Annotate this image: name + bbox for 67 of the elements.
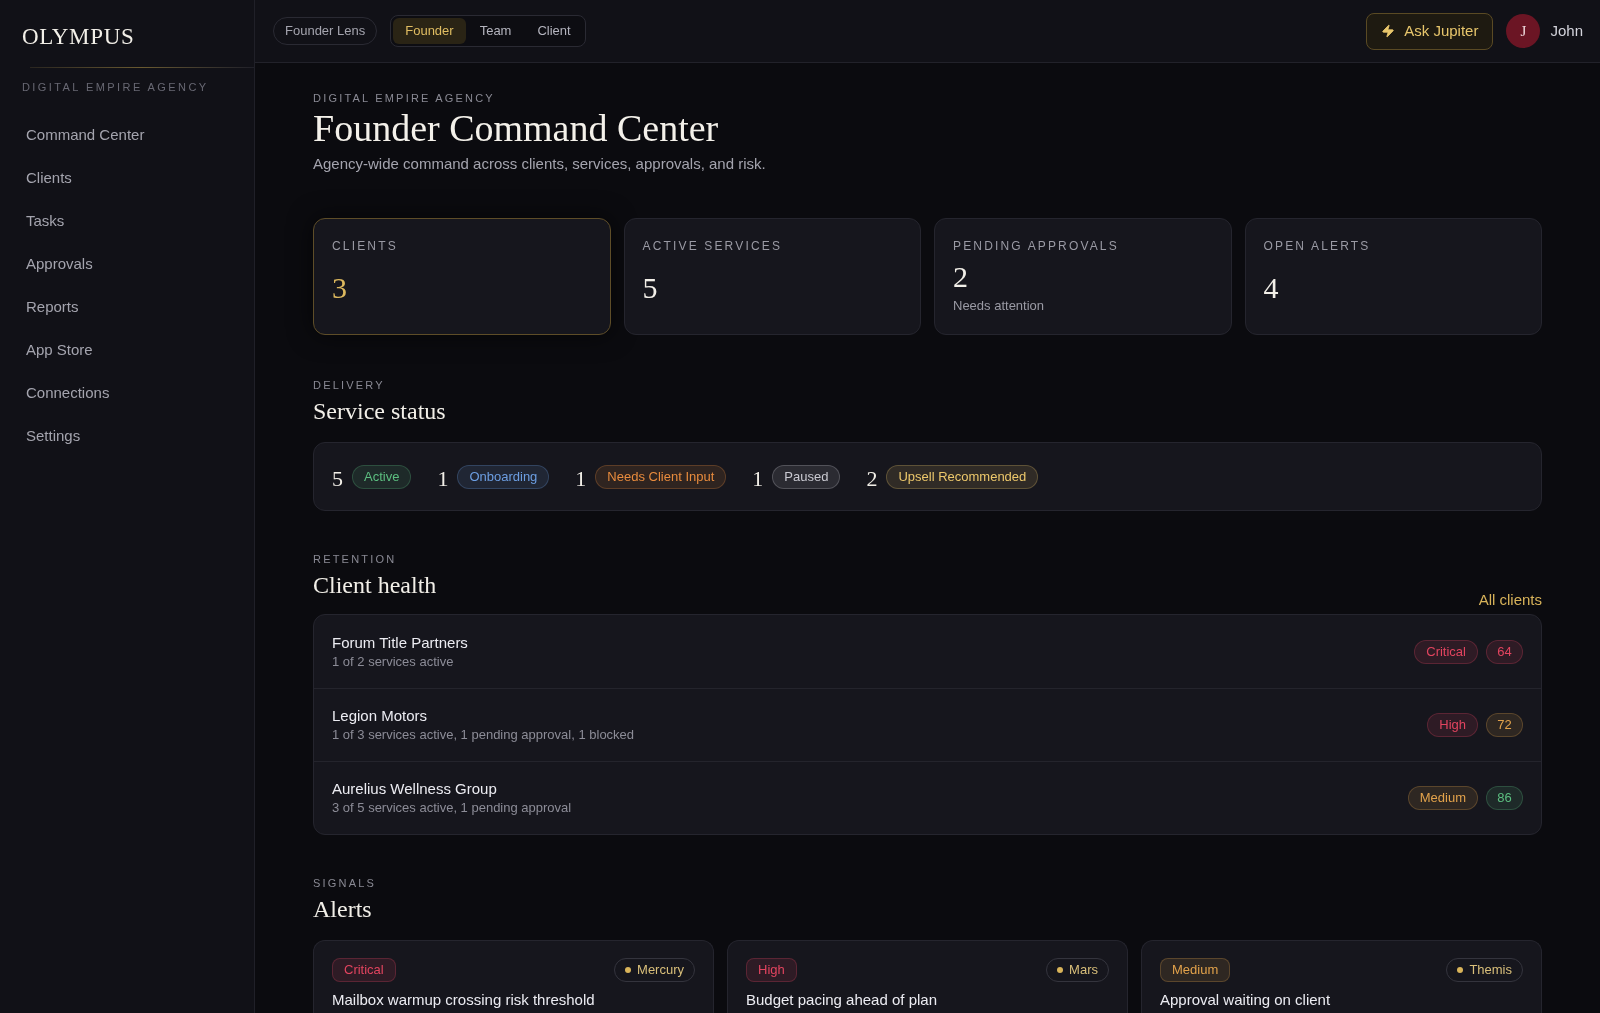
stat-note: Needs attention: [953, 296, 1046, 315]
client-detail: 3 of 5 services active, 1 pending approval: [332, 799, 572, 817]
page-eyebrow: DIGITAL EMPIRE AGENCY: [313, 91, 496, 105]
section-title: Alerts: [313, 895, 373, 924]
nav-item[interactable]: Connections: [22, 372, 232, 415]
section-title: Service status: [313, 397, 447, 426]
status-count: 5: [332, 465, 343, 492]
status-count: 1: [437, 465, 449, 492]
stat-label: PENDING APPROVALS: [953, 239, 1120, 253]
agent-name: Mars: [1069, 961, 1098, 980]
user-name: John: [1550, 20, 1583, 41]
health-score: 64: [1486, 639, 1523, 664]
agency-label: DIGITAL EMPIRE AGENCY: [22, 80, 210, 94]
risk-badge: Medium: [1407, 786, 1478, 810]
stat-label: CLIENTS: [332, 239, 399, 253]
section-title: Client health: [313, 571, 437, 600]
status-badge: Onboarding: [457, 464, 550, 489]
status-count: 1: [575, 465, 587, 492]
alert-title: Budget pacing ahead of plan: [746, 990, 938, 1010]
agent-name: Mercury: [637, 961, 684, 980]
ask-jupiter-button[interactable]: Ask Jupiter: [1366, 12, 1494, 50]
client-name[interactable]: Legion Motors: [332, 706, 635, 726]
status-badge: Active: [352, 464, 412, 489]
severity-badge: High: [746, 958, 797, 982]
all-clients-link[interactable]: All clients: [1478, 590, 1542, 610]
alert-title: Approval waiting on client: [1160, 990, 1332, 1010]
status-badge: Paused: [772, 464, 841, 489]
logo-wordmark: OLYMPUS: [22, 23, 136, 51]
client-name[interactable]: Aurelius Wellness Group: [332, 779, 572, 799]
risk-badge: High: [1427, 713, 1478, 737]
page-subtitle: Agency-wide command across clients, services, approvals, and risk.: [313, 154, 767, 174]
stat-value: 4: [1263, 271, 1280, 304]
section-eyebrow: DELIVERY: [313, 378, 386, 392]
user-avatar[interactable]: J: [1506, 14, 1541, 48]
view-tab[interactable]: Client: [525, 18, 583, 44]
stat-label: ACTIVE SERVICES: [642, 239, 784, 253]
alert-title: Mailbox warmup crossing risk threshold: [332, 990, 596, 1010]
status-badge: Upsell Recommended: [886, 464, 1039, 489]
nav-item[interactable]: Settings: [22, 415, 232, 458]
client-name[interactable]: Forum Title Partners: [332, 632, 468, 653]
severity-badge: Medium: [1160, 958, 1231, 982]
status-count: 1: [752, 465, 764, 492]
health-score: 86: [1486, 786, 1523, 810]
status-badge: Needs Client Input: [595, 464, 727, 489]
section-eyebrow: RETENTION: [313, 552, 398, 566]
nav-item[interactable]: Reports: [22, 286, 232, 329]
agent-name: Themis: [1469, 961, 1512, 980]
stat-value: 5: [642, 271, 659, 304]
view-tab[interactable]: Team: [467, 18, 524, 44]
nav-item[interactable]: Approvals: [22, 243, 232, 286]
risk-badge: Critical: [1414, 639, 1478, 664]
nav-item[interactable]: Command Center: [22, 114, 232, 157]
stat-value: 3: [332, 271, 348, 304]
section-eyebrow: SIGNALS: [313, 876, 378, 890]
nav-item[interactable]: Clients: [22, 157, 232, 200]
stat-value: 2: [953, 260, 969, 293]
stat-label: OPEN ALERTS: [1263, 239, 1372, 253]
client-detail: 1 of 2 services active: [332, 652, 455, 671]
health-score: 72: [1486, 713, 1523, 737]
nav-item[interactable]: Tasks: [22, 200, 232, 243]
nav-item[interactable]: App Store: [22, 329, 232, 372]
page-title: Founder Command Center: [313, 106, 720, 150]
client-detail: 1 of 3 services active, 1 pending approval, 1 blocked: [332, 726, 635, 744]
view-tab[interactable]: Founder: [393, 18, 466, 44]
severity-badge: Critical: [332, 958, 396, 982]
lightning-icon: [1381, 24, 1396, 38]
status-count: 2: [866, 465, 878, 492]
